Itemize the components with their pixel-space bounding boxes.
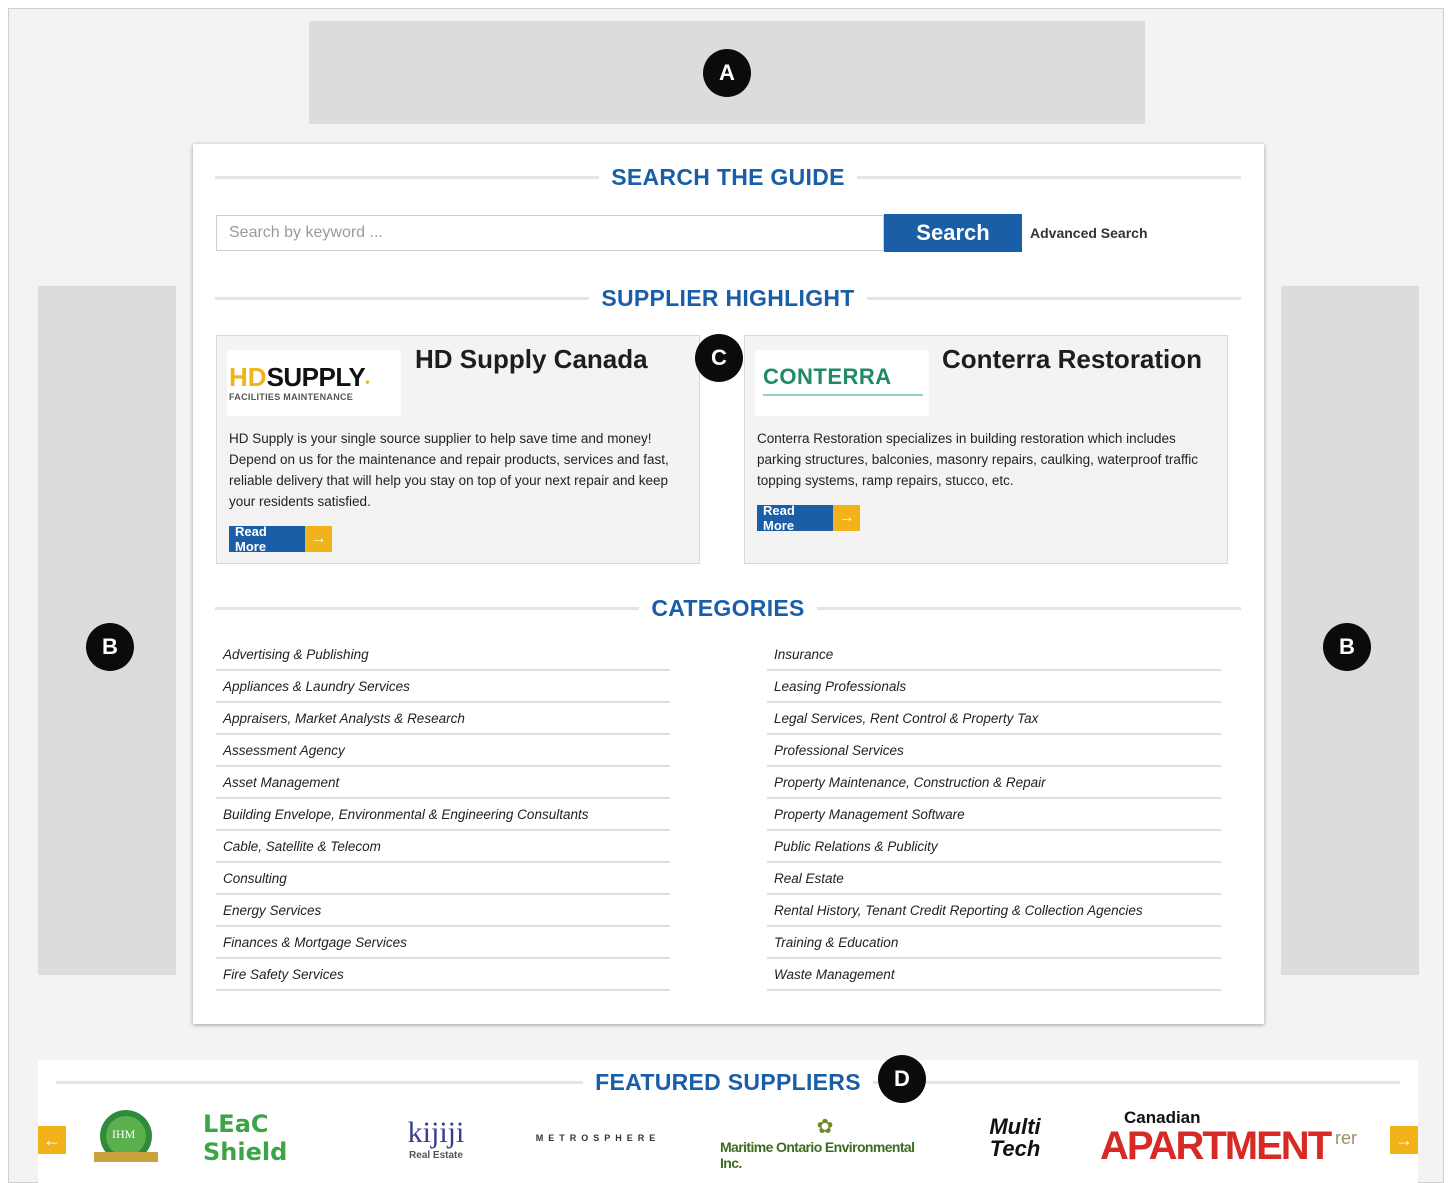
marker-b-right: B bbox=[1323, 623, 1371, 671]
heading-rule bbox=[215, 176, 600, 179]
category-link[interactable]: Training & Education bbox=[767, 927, 1221, 959]
category-link[interactable]: Public Relations & Publicity bbox=[767, 831, 1221, 863]
category-link[interactable]: Property Maintenance, Construction & Rep… bbox=[767, 767, 1221, 799]
carousel-next-button[interactable]: → bbox=[1390, 1126, 1418, 1154]
category-link[interactable]: Assessment Agency bbox=[216, 735, 670, 767]
category-link[interactable]: Real Estate bbox=[767, 863, 1221, 895]
category-link[interactable]: Fire Safety Services bbox=[216, 959, 670, 991]
category-link[interactable]: Rental History, Tenant Credit Reporting … bbox=[767, 895, 1221, 927]
read-more-label: Read More bbox=[757, 503, 833, 533]
category-link[interactable]: Professional Services bbox=[767, 735, 1221, 767]
logo-ihm[interactable]: IHM bbox=[90, 1105, 162, 1171]
marker-a: A bbox=[703, 49, 751, 97]
hd-logo-wordmark: SUPPLY bbox=[266, 362, 366, 392]
category-link[interactable]: Appliances & Laundry Services bbox=[216, 671, 670, 703]
hd-supply-logo[interactable]: HD SUPPLY • FACILITIES MAINTENANCE bbox=[227, 350, 401, 416]
heading-rule bbox=[816, 607, 1241, 610]
maritime-wordmark: Maritime Ontario Environmental Inc. bbox=[720, 1139, 915, 1171]
logo-underline bbox=[763, 394, 923, 396]
category-link[interactable]: Advertising & Publishing bbox=[216, 639, 670, 671]
arrow-left-icon: ← bbox=[43, 1129, 61, 1150]
apartment-wordmark: APARTMENT bbox=[1100, 1124, 1332, 1168]
advanced-search-link[interactable]: Advanced Search bbox=[1030, 225, 1148, 241]
partial-logo-text: rer bbox=[1335, 1127, 1357, 1148]
supplier-card-hd-supply: HD SUPPLY • FACILITIES MAINTENANCE HD Su… bbox=[216, 335, 700, 564]
kijiji-subtitle: Real Estate bbox=[409, 1149, 463, 1161]
heading-rule bbox=[866, 297, 1241, 300]
marker-d: D bbox=[878, 1055, 926, 1103]
conterra-logo-wordmark: CONTERRA bbox=[763, 364, 892, 389]
heading-rule bbox=[215, 607, 640, 610]
category-link[interactable]: Asset Management bbox=[216, 767, 670, 799]
supplier-highlight-heading-text: SUPPLIER HIGHLIGHT bbox=[601, 285, 855, 311]
logo-partial[interactable]: rer bbox=[1335, 1105, 1375, 1171]
category-link[interactable]: Appraisers, Market Analysts & Research bbox=[216, 703, 670, 735]
categories-heading-text: CATEGORIES bbox=[651, 595, 805, 621]
supplier-name[interactable]: HD Supply Canada bbox=[415, 344, 648, 375]
search-heading-text: SEARCH THE GUIDE bbox=[611, 164, 845, 190]
conterra-logo[interactable]: CONTERRA bbox=[755, 350, 929, 416]
categories-left-column: Advertising & Publishing Appliances & La… bbox=[216, 639, 670, 991]
category-link[interactable]: Property Management Software bbox=[767, 799, 1221, 831]
heading-rule bbox=[215, 297, 590, 300]
category-link[interactable]: Building Envelope, Environmental & Engin… bbox=[216, 799, 670, 831]
categories-heading: CATEGORIES bbox=[215, 595, 1241, 622]
kijiji-wordmark: kijiji bbox=[407, 1115, 465, 1149]
search-placeholder: Search by keyword ... bbox=[229, 224, 383, 241]
search-heading: SEARCH THE GUIDE bbox=[215, 164, 1242, 191]
categories-right-column: Insurance Leasing Professionals Legal Se… bbox=[767, 639, 1221, 991]
heading-rule bbox=[856, 176, 1242, 179]
supplier-name[interactable]: Conterra Restoration bbox=[942, 344, 1202, 375]
featured-suppliers-heading-text: FEATURED SUPPLIERS bbox=[595, 1069, 861, 1095]
logo-leak-shield[interactable]: LEaC Shield bbox=[203, 1105, 355, 1171]
read-more-label: Read More bbox=[229, 524, 305, 554]
category-link[interactable]: Cable, Satellite & Telecom bbox=[216, 831, 670, 863]
heading-rule bbox=[56, 1081, 584, 1084]
category-link[interactable]: Insurance bbox=[767, 639, 1221, 671]
category-link[interactable]: Waste Management bbox=[767, 959, 1221, 991]
supplier-description: Conterra Restoration specializes in buil… bbox=[757, 431, 1198, 488]
supplier-highlight-heading: SUPPLIER HIGHLIGHT bbox=[215, 285, 1241, 312]
category-link[interactable]: Finances & Mortgage Services bbox=[216, 927, 670, 959]
ihm-logo-text: IHM bbox=[112, 1127, 136, 1141]
heading-rule bbox=[872, 1081, 1401, 1084]
marker-c: C bbox=[695, 334, 743, 382]
marker-b-left: B bbox=[86, 623, 134, 671]
featured-suppliers-heading: FEATURED SUPPLIERS bbox=[56, 1069, 1401, 1096]
category-link[interactable]: Energy Services bbox=[216, 895, 670, 927]
read-more-button[interactable]: Read More → bbox=[229, 524, 332, 554]
supplier-card-conterra: CONTERRA Conterra Restoration Conterra R… bbox=[744, 335, 1228, 564]
leaf-icon: ✿ bbox=[816, 1116, 834, 1138]
logo-canadian-apartment[interactable]: Canadian APARTMENT bbox=[1100, 1105, 1332, 1171]
multitech-wordmark-2: Tech bbox=[989, 1136, 1041, 1161]
search-button[interactable]: Search bbox=[884, 214, 1022, 252]
search-row: Search by keyword ... Search Advanced Se… bbox=[216, 214, 1148, 252]
leak-shield-wordmark: LEaC Shield bbox=[203, 1110, 288, 1166]
metrosphere-wordmark: METROSPHERE bbox=[535, 1133, 661, 1143]
arrow-right-icon: → bbox=[305, 526, 332, 552]
hd-logo-subtitle: FACILITIES MAINTENANCE bbox=[229, 392, 354, 402]
category-link[interactable]: Leasing Professionals bbox=[767, 671, 1221, 703]
logo-kijiji[interactable]: kijiji Real Estate bbox=[400, 1105, 472, 1171]
logo-maritime-ontario[interactable]: ✿ Maritime Ontario Environmental Inc. bbox=[720, 1105, 930, 1171]
category-link[interactable]: Consulting bbox=[216, 863, 670, 895]
category-link[interactable]: Legal Services, Rent Control & Property … bbox=[767, 703, 1221, 735]
arrow-right-icon: → bbox=[833, 505, 860, 531]
hd-logo-prefix: HD bbox=[229, 362, 267, 392]
main-panel: SEARCH THE GUIDE Search by keyword ... S… bbox=[193, 144, 1264, 1024]
carousel-prev-button[interactable]: ← bbox=[38, 1126, 66, 1154]
logo-metrosphere[interactable]: METROSPHERE bbox=[518, 1105, 678, 1171]
search-input[interactable]: Search by keyword ... bbox=[216, 215, 884, 251]
arrow-right-icon: → bbox=[1395, 1129, 1413, 1150]
supplier-description: HD Supply is your single source supplier… bbox=[229, 431, 669, 509]
read-more-button[interactable]: Read More → bbox=[757, 503, 860, 533]
multitech-wordmark-1: Multi bbox=[989, 1114, 1041, 1139]
logo-multitech[interactable]: Multi Tech bbox=[970, 1105, 1060, 1171]
